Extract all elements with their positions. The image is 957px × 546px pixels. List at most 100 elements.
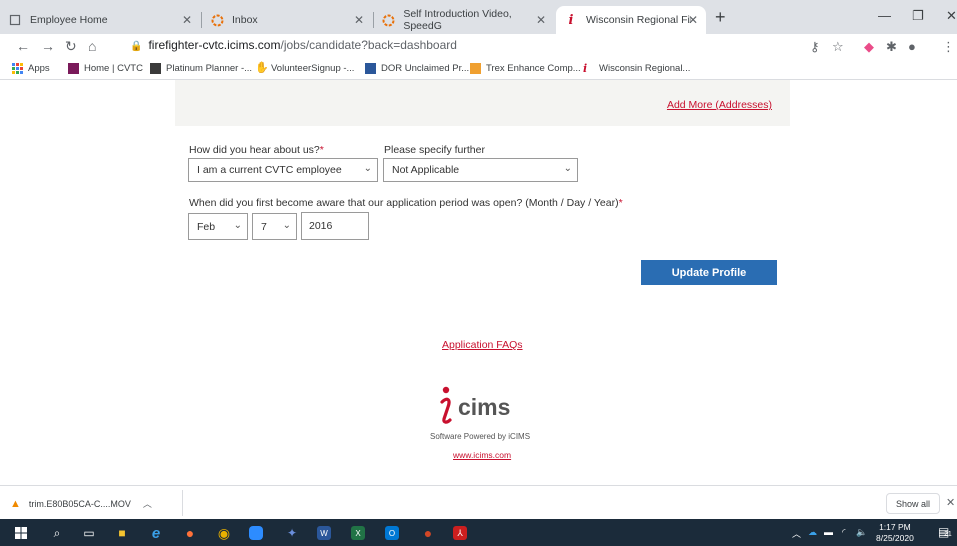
- tab-title: Inbox: [232, 14, 258, 26]
- powerpoint-icon[interactable]: ●: [419, 524, 437, 542]
- dor-icon: [365, 63, 376, 74]
- excel-icon[interactable]: X: [351, 526, 365, 540]
- download-file-name: trim.E80B05CA-C....MOV: [28, 498, 131, 509]
- show-all-button[interactable]: Show all: [886, 493, 940, 514]
- select-value: Feb: [197, 220, 216, 233]
- required-marker: *: [319, 144, 324, 156]
- extension-icon[interactable]: ◆: [864, 39, 874, 55]
- puzzle-icon[interactable]: ✱: [886, 39, 897, 55]
- select-value: Not Applicable: [392, 164, 460, 176]
- download-item[interactable]: ▲ trim.E80B05CA-C....MOV ︿: [10, 497, 152, 510]
- webmail-icon: [382, 13, 395, 27]
- bookmark-label: Home | CVTC: [84, 63, 143, 74]
- acrobat-icon[interactable]: ⅄: [453, 526, 467, 540]
- teams-icon[interactable]: ✦: [283, 524, 301, 542]
- bookmark-volunteer-signup[interactable]: ✋ VolunteerSignup -...: [255, 62, 354, 75]
- internet-explorer-icon[interactable]: e: [147, 524, 165, 542]
- close-icon[interactable]: ✕: [536, 13, 546, 27]
- profile-icon[interactable]: ●: [908, 39, 916, 54]
- close-icon[interactable]: ✕: [354, 13, 364, 27]
- zoom-icon[interactable]: [249, 526, 263, 540]
- lock-icon: 🔒: [130, 41, 143, 52]
- url-host: firefighter-cvtc.icims.com: [148, 38, 281, 52]
- notification-center-icon[interactable]: ▤ 21: [938, 525, 954, 541]
- aware-date-label: When did you first become aware that our…: [189, 197, 623, 209]
- star-icon[interactable]: ☆: [832, 39, 844, 55]
- bookmark-label: Apps: [28, 63, 50, 74]
- download-bar: ▲ trim.E80B05CA-C....MOV ︿ Show all ✕: [0, 485, 957, 519]
- chevron-up-icon[interactable]: ︿: [792, 527, 801, 540]
- address-panel: Add More (Addresses): [175, 80, 790, 126]
- select-value: 7: [261, 220, 267, 233]
- hear-about-us-label: How did you hear about us?*: [189, 144, 324, 156]
- bookmark-trex-enhance[interactable]: Trex Enhance Comp...: [470, 63, 581, 74]
- search-icon[interactable]: ⌕: [48, 524, 66, 542]
- file-explorer-icon[interactable]: ■: [113, 524, 131, 542]
- tab-title: Employee Home: [30, 14, 108, 26]
- close-icon[interactable]: ✕: [688, 13, 698, 27]
- bookmark-wisconsin-regional[interactable]: i Wisconsin Regional...: [583, 63, 690, 74]
- reload-icon[interactable]: ↻: [65, 38, 77, 55]
- chrome-icon[interactable]: ◉: [215, 524, 233, 542]
- cvtc-icon: [68, 63, 79, 74]
- restore-icon[interactable]: ❐: [912, 8, 924, 24]
- add-more-addresses-link[interactable]: Add More (Addresses): [667, 99, 772, 111]
- firefox-icon[interactable]: ●: [181, 524, 199, 542]
- chevron-up-icon[interactable]: ︿: [143, 497, 152, 510]
- page-icon: [8, 13, 22, 27]
- label-text: How did you hear about us?: [189, 144, 320, 156]
- bookmark-apps[interactable]: Apps: [12, 63, 50, 74]
- select-value: I am a current CVTC employee: [197, 164, 342, 176]
- home-icon[interactable]: ⌂: [88, 38, 96, 54]
- tab-inbox[interactable]: Inbox ✕: [202, 6, 372, 34]
- close-icon[interactable]: ✕: [946, 496, 955, 509]
- new-tab-icon[interactable]: +: [715, 8, 726, 26]
- minimize-icon[interactable]: —: [878, 8, 891, 23]
- tab-title: Self Introduction Video, SpeedG: [403, 8, 512, 32]
- day-select[interactable]: 7 ⌄: [252, 213, 297, 240]
- battery-icon[interactable]: ▬: [824, 527, 833, 537]
- close-icon[interactable]: ✕: [182, 13, 192, 27]
- tab-wisconsin-regional-fire[interactable]: i Wisconsin Regional Fire Departm ✕: [556, 6, 706, 34]
- url-path: /jobs/candidate?back=dashboard: [280, 38, 457, 52]
- chevron-down-icon: ⌄: [363, 163, 372, 174]
- outlook-icon[interactable]: O: [385, 526, 399, 540]
- bookmark-dor-unclaimed[interactable]: DOR Unclaimed Pr...: [365, 63, 469, 74]
- month-select[interactable]: Feb ⌄: [188, 213, 248, 240]
- forward-icon[interactable]: →: [41, 38, 55, 54]
- browser-toolbar: ← → ↻ ⌂ 🔒 firefighter-cvtc.icims.com/jobs…: [0, 34, 957, 60]
- update-profile-button[interactable]: Update Profile: [641, 260, 777, 285]
- wifi-icon[interactable]: ◜: [842, 527, 846, 538]
- tab-employee-home[interactable]: Employee Home ✕: [0, 6, 200, 34]
- page-content: Add More (Addresses) How did you hear ab…: [0, 80, 957, 485]
- task-view-icon[interactable]: ▭: [80, 524, 98, 542]
- word-icon[interactable]: W: [317, 526, 331, 540]
- system-clock[interactable]: 1:17 PM 8/25/2020: [876, 522, 914, 544]
- back-icon[interactable]: ←: [16, 38, 30, 54]
- tab-title: Wisconsin Regional Fire Departm: [586, 14, 691, 26]
- windows-start-icon[interactable]: [12, 524, 30, 542]
- tab-self-introduction-video[interactable]: Self Introduction Video, SpeedG ✕: [374, 6, 554, 34]
- volunteer-icon: ✋: [255, 62, 269, 74]
- menu-icon[interactable]: ⋮: [942, 39, 955, 55]
- bookmark-home-cvtc[interactable]: Home | CVTC: [68, 63, 143, 74]
- year-input[interactable]: 2016: [301, 212, 369, 240]
- application-faqs-link[interactable]: Application FAQs: [442, 339, 523, 351]
- specify-further-select[interactable]: Not Applicable ⌄: [383, 158, 578, 182]
- windows-taskbar: ⌕ ▭ ■ e ● ◉ ✦ W X O ● ⅄ ︿ ☁ ▬ ◜ 🔈 1:17 P…: [0, 519, 957, 546]
- onedrive-icon[interactable]: ☁: [808, 527, 817, 538]
- address-bar[interactable]: 🔒 firefighter-cvtc.icims.com/jobs/candida…: [130, 38, 457, 52]
- download-divider: [182, 490, 183, 516]
- volume-icon[interactable]: 🔈: [856, 527, 867, 538]
- chevron-down-icon: ⌄: [282, 220, 291, 231]
- vlc-icon: ▲: [10, 497, 21, 510]
- window-close-icon[interactable]: ✕: [946, 8, 957, 24]
- clock-date: 8/25/2020: [876, 533, 914, 543]
- powered-by-text: Software Powered by iCIMS: [430, 432, 531, 441]
- icims-icon: i: [568, 12, 574, 28]
- apps-grid-icon: [12, 63, 23, 74]
- icims-website-link[interactable]: www.icims.com: [453, 450, 511, 460]
- bookmark-platinum-planner[interactable]: Platinum Planner -...: [150, 63, 252, 74]
- key-icon[interactable]: ⚷: [810, 39, 820, 55]
- hear-about-us-select[interactable]: I am a current CVTC employee ⌄: [188, 158, 378, 182]
